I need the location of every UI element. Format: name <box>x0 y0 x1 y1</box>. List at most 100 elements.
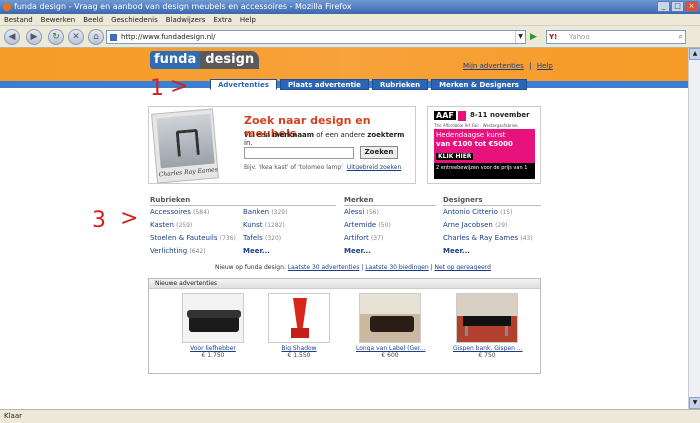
more-link[interactable]: Meer... <box>443 245 533 258</box>
ad-price: € 750 <box>478 352 496 359</box>
ad-card[interactable]: Gispen bank, Gispen ... € 750 <box>453 293 523 359</box>
col-rubrieken-title: Rubrieken <box>150 196 191 204</box>
ad-bottom: 2 entreebewijzen voor de prijs van 1 <box>434 163 535 179</box>
tab-rubrieken[interactable]: Rubrieken <box>371 79 429 90</box>
back-arrow-icon[interactable]: ◀ <box>4 29 20 45</box>
tab-plaats-advertentie[interactable]: Plaats advertentie <box>279 79 369 90</box>
stop-icon[interactable]: ✕ <box>68 29 84 45</box>
list-item[interactable]: Banken (329) <box>243 206 287 219</box>
reload-icon[interactable]: ↻ <box>48 29 64 45</box>
list-item[interactable]: Artifort (37) <box>344 232 391 245</box>
firefox-icon <box>3 3 11 11</box>
ad-price: € 1.750 <box>201 352 225 359</box>
my-ads-link[interactable]: Mijn advertenties <box>463 62 524 70</box>
annotation-arrow-1: > <box>170 74 189 99</box>
sofa-room-thumbnail[interactable] <box>359 293 421 343</box>
sofa-thumbnail[interactable] <box>182 293 244 343</box>
close-button[interactable]: × <box>685 1 698 12</box>
site-logo[interactable]: funda design <box>150 51 260 69</box>
ad-title[interactable]: Longa van Label (Ger... <box>356 345 425 352</box>
ad-card[interactable]: Voor liefhebber € 1.750 <box>179 293 247 359</box>
menu-bestand[interactable]: Bestand <box>4 14 33 25</box>
tab-merken-designers[interactable]: Merken & Designers <box>431 79 527 90</box>
advanced-search-link[interactable]: Uitgebreid zoeken <box>347 164 401 171</box>
minimize-button[interactable]: _ <box>657 1 670 12</box>
go-arrow-icon[interactable]: ▶ <box>530 30 542 44</box>
menu-bar: Bestand Bewerken Beeld Geschiedenis Blad… <box>0 14 700 26</box>
ad-title[interactable]: Gispen bank, Gispen ... <box>453 345 523 352</box>
menu-extra[interactable]: Extra <box>213 14 231 25</box>
header-band <box>0 48 700 81</box>
more-link[interactable]: Meer... <box>243 245 287 258</box>
url-bar[interactable]: http://www.fundadesign.nl/ ▼ <box>106 30 526 44</box>
ad-cta[interactable]: KLIK HIER <box>436 153 474 160</box>
list-item[interactable]: Artemide (50) <box>344 219 391 232</box>
nieuw-label: Nieuw op funda design: <box>215 264 286 271</box>
search-engine-input[interactable]: Y! Yahoo ⌕ <box>546 30 686 44</box>
bench-thumbnail[interactable] <box>456 293 518 343</box>
ad-title[interactable]: Big Shadow <box>265 345 333 352</box>
list-item[interactable]: Arne Jacobsen (29) <box>443 219 533 232</box>
browser-window: funda design - Vraag en aanbod van desig… <box>0 0 700 423</box>
nieuw-op-bar: Nieuw op funda design: Laatste 30 advert… <box>215 264 491 271</box>
search-icon[interactable]: ⌕ <box>679 31 683 43</box>
rubrieken-list-2: Banken (329) Kunst (1282) Tafels (320) M… <box>243 206 287 258</box>
maximize-button[interactable]: □ <box>671 1 684 12</box>
menu-beeld[interactable]: Beeld <box>83 14 103 25</box>
status-bar: Klaar <box>0 409 700 423</box>
status-text: Klaar <box>4 412 22 420</box>
search-button[interactable]: Zoeken <box>360 146 398 159</box>
menu-help[interactable]: Help <box>240 14 256 25</box>
list-item[interactable]: Accessoires (584) <box>150 206 236 219</box>
url-dropdown-icon[interactable]: ▼ <box>515 31 525 43</box>
aaf-banner[interactable]: AAF 8-11 november The Affordable Art Fai… <box>427 106 541 184</box>
list-item[interactable]: Alessi (56) <box>344 206 391 219</box>
web-page: funda design Mijn advertenties | Help Ad… <box>0 48 700 409</box>
ad-card[interactable]: Longa van Label (Ger... € 600 <box>356 293 425 359</box>
net-op-gereageerd-link[interactable]: Net op gereageerd <box>435 264 491 271</box>
ad-box: Hedendaagse kunst van €100 tot €5000 KLI… <box>434 129 535 179</box>
navigation-toolbar: ◀ ▶ ↻ ✕ ⌂ http://www.fundadesign.nl/ ▼ ▶… <box>0 26 700 48</box>
list-item[interactable]: Verlichting (642) <box>150 245 236 258</box>
ad-dates: 8-11 november <box>470 111 530 119</box>
list-item[interactable]: Charles & Ray Eames (43) <box>443 232 533 245</box>
list-item[interactable]: Stoelen & Fauteuils (736) <box>150 232 236 245</box>
yahoo-icon[interactable]: Y! <box>549 31 557 43</box>
help-link[interactable]: Help <box>537 62 553 70</box>
tab-advertenties[interactable]: Advertenties <box>210 79 277 90</box>
list-item[interactable]: Kunst (1282) <box>243 219 287 232</box>
ad-brand: AAF <box>434 111 456 120</box>
search-input[interactable] <box>244 147 354 159</box>
col-merken-title: Merken <box>344 196 374 204</box>
list-item[interactable]: Antonio Citterio (15) <box>443 206 533 219</box>
laatste-biedingen-link[interactable]: Laatste 30 biedingen <box>365 264 428 271</box>
annotation-1: 1 <box>150 76 164 101</box>
search-placeholder: Yahoo <box>569 33 590 41</box>
col-designers-title: Designers <box>443 196 483 204</box>
separator: | <box>430 264 433 271</box>
scroll-up-icon[interactable]: ▲ <box>689 48 700 60</box>
annotation-arrow-3: > <box>120 206 139 231</box>
top-links: Mijn advertenties | Help <box>463 62 553 70</box>
forward-arrow-icon[interactable]: ▶ <box>26 29 42 45</box>
separator: | <box>361 264 364 271</box>
link-separator: | <box>529 62 532 70</box>
ad-title[interactable]: Voor liefhebber <box>179 345 247 352</box>
list-item[interactable]: Tafels (320) <box>243 232 287 245</box>
lamp-thumbnail[interactable] <box>268 293 330 343</box>
new-ads-panel: Nieuwe advertenties Voor liefhebber € 1.… <box>148 278 541 374</box>
scroll-down-icon[interactable]: ▼ <box>689 397 700 409</box>
rubrieken-list: Accessoires (584) Kasten (259) Stoelen &… <box>150 206 236 258</box>
menu-bladwijzers[interactable]: Bladwijzers <box>166 14 206 25</box>
laatste-advertenties-link[interactable]: Laatste 30 advertenties <box>288 264 360 271</box>
main-tabs: Advertenties Plaats advertentie Rubrieke… <box>210 79 527 90</box>
menu-geschiedenis[interactable]: Geschiedenis <box>111 14 158 25</box>
list-item[interactable]: Kasten (259) <box>150 219 236 232</box>
vertical-scrollbar[interactable]: ▲ ▼ <box>688 48 700 409</box>
home-icon[interactable]: ⌂ <box>88 29 104 45</box>
menu-bewerken[interactable]: Bewerken <box>41 14 76 25</box>
ad-card[interactable]: Big Shadow € 1.550 <box>265 293 333 359</box>
ad-line1: Hedendaagse kunst <box>436 131 506 139</box>
chair-icon <box>175 128 200 157</box>
more-link[interactable]: Meer... <box>344 245 391 258</box>
